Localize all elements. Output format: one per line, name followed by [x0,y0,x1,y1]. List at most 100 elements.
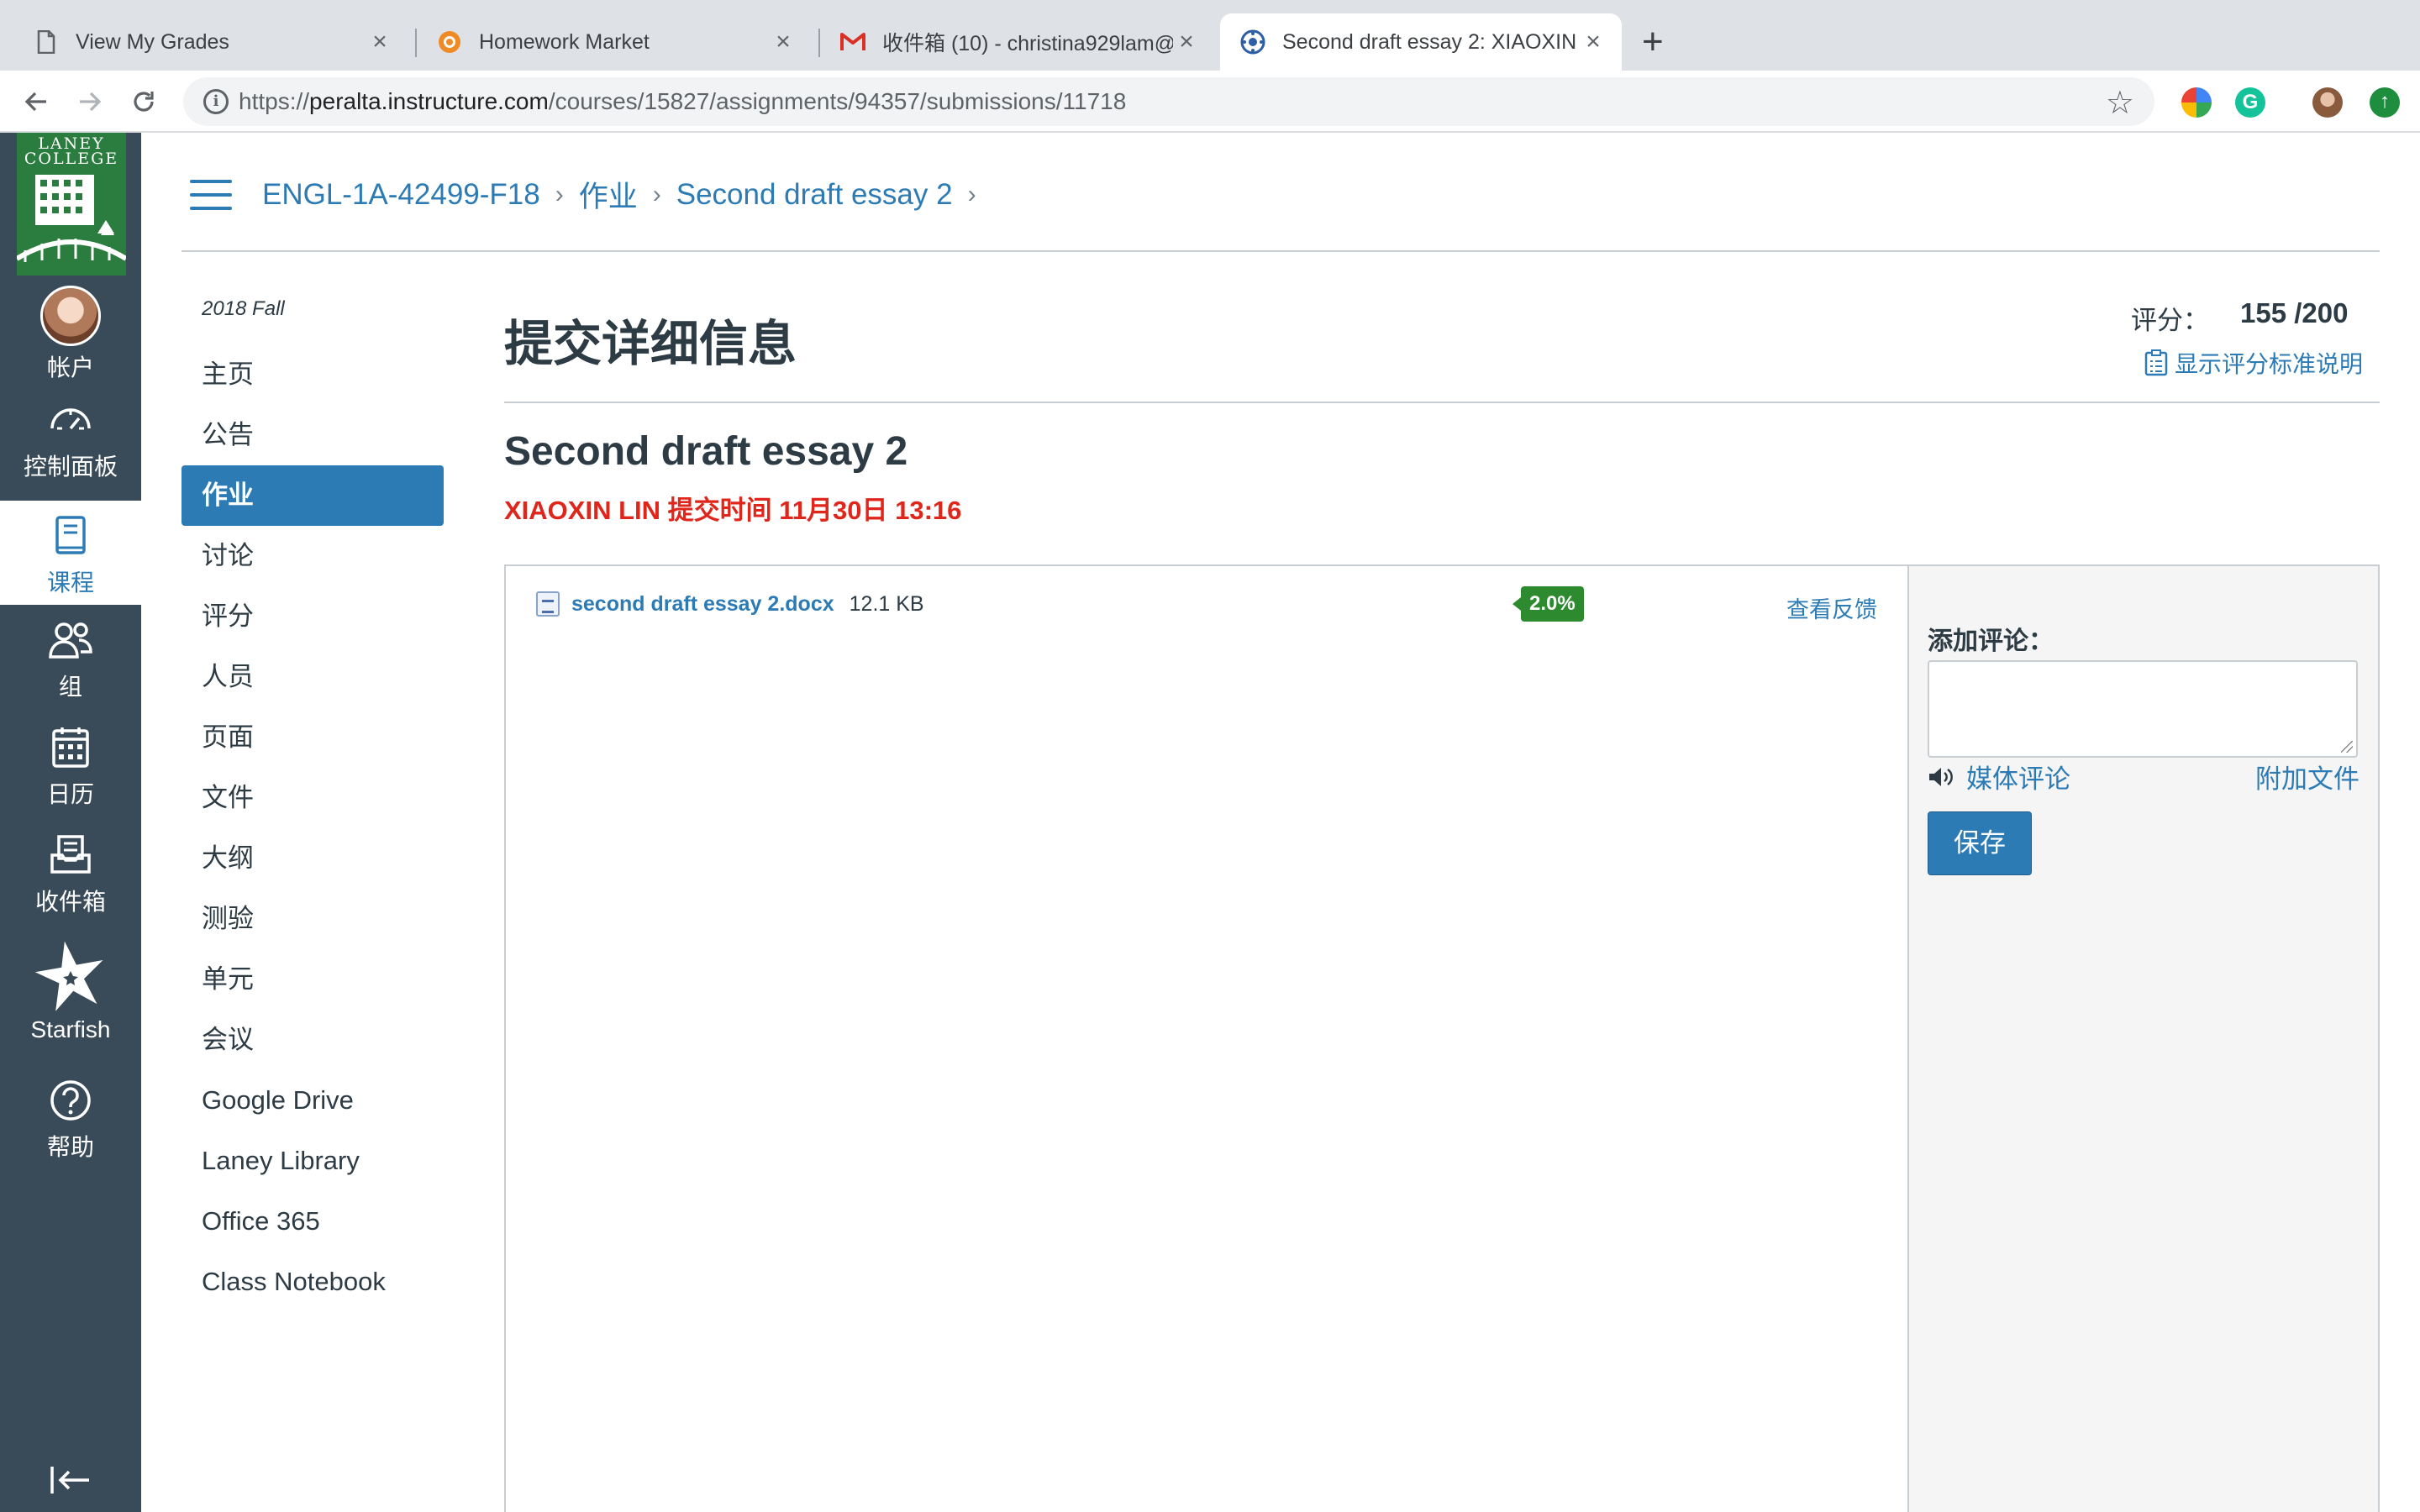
tab-title: View My Grades [76,29,229,54]
canvas-icon [1240,29,1265,55]
speaker-icon [1929,767,1953,786]
global-nav-courses[interactable]: 课程 [0,501,141,605]
global-nav-dashboard[interactable]: 控制面板 [0,385,141,489]
course-nav-syllabus[interactable]: 大纲 [182,828,444,889]
global-nav-label: 日历 [46,781,94,807]
logo-text-line-2: COLLEGE [24,150,119,168]
course-nav-assignments[interactable]: 作业 [182,465,444,526]
url-scheme: https:// [239,88,310,114]
course-nav-quizzes[interactable]: 测验 [182,889,444,949]
course-nav-conferences[interactable]: 会议 [182,1010,444,1070]
homework-market-icon [437,29,462,55]
global-nav-calendar[interactable]: 日历 [0,712,141,816]
course-nav-laney-library[interactable]: Laney Library [182,1131,444,1191]
forward-button[interactable] [71,82,109,121]
submission-info: XIAOXIN LIN 提交时间 11月30日 13:16 [504,496,962,525]
submission-file-row: second draft essay 2.docx 12.1 KB [536,591,924,617]
global-nav-label: Starfish [30,1016,111,1042]
course-navigation: 主页 公告 作业 讨论 评分 人员 页面 文件 大纲 测验 单元 会议 Goog… [182,344,444,1312]
content-divider [504,402,2380,403]
course-term: 2018 Fall [202,297,285,320]
breadcrumb-assignment[interactable]: Second draft essay 2 [676,178,953,212]
address-bar[interactable]: i https://peralta.instructure.com/course… [183,77,2154,126]
course-nav-people[interactable]: 人员 [182,647,444,707]
laney-building-icon [17,175,126,262]
save-comment-button[interactable]: 保存 [1928,811,2032,875]
course-nav-modules[interactable]: 单元 [182,949,444,1010]
extension-icon[interactable] [2181,87,2212,118]
browser-tab-view-my-grades[interactable]: View My Grades × [13,13,408,71]
course-menu-toggle[interactable] [190,180,232,210]
collapse-nav-icon[interactable] [49,1463,92,1497]
bookmark-star-icon[interactable]: ☆ [2106,84,2134,122]
global-nav-label: 收件箱 [34,889,106,915]
similarity-score-badge[interactable]: 2.0% [1512,586,1584,622]
starfish-icon [34,941,103,1011]
page-icon [34,29,59,55]
course-nav-pages[interactable]: 页面 [182,707,444,768]
course-nav-announcements[interactable]: 公告 [182,405,444,465]
browser-tab-second-draft[interactable]: Second draft essay 2: XIAOXIN × [1220,13,1622,71]
course-nav-grades[interactable]: 评分 [182,586,444,647]
course-nav-discussions[interactable]: 讨论 [182,526,444,586]
global-nav-starfish[interactable]: Starfish [0,931,141,1057]
course-nav-home[interactable]: 主页 [182,344,444,405]
global-nav-label: 控制面板 [23,454,118,480]
site-info-icon[interactable]: i [203,89,229,114]
courses-icon [55,516,86,554]
reload-icon [134,92,154,112]
laney-college-logo[interactable]: LANEY COLLEGE [17,133,126,276]
add-comment-label: 添加评论： [1928,627,2054,655]
close-icon[interactable]: × [366,28,393,56]
attach-file-link[interactable]: 附加文件 [2255,758,2360,795]
tab-title: Second draft essay 2: XIAOXIN [1282,29,1577,54]
global-nav-label: 帐户 [46,354,94,381]
inbox-icon [50,835,91,874]
course-nav-google-drive[interactable]: Google Drive [182,1070,444,1131]
avatar [40,286,101,346]
global-navigation: LANEY COLLEGE 帐户 控制面板 课程 组 日历 收件箱 Starfi… [0,133,141,1512]
word-document-icon [536,591,560,617]
resize-handle-icon[interactable] [2341,741,2353,753]
comment-textarea[interactable] [1928,660,2358,758]
close-icon[interactable]: × [770,28,797,56]
new-tab-button[interactable]: + [1642,20,1664,64]
breadcrumb-assignments[interactable]: 作业 [579,173,638,216]
update-icon[interactable]: ↑ [2370,87,2400,118]
gmail-icon [840,29,865,55]
media-comment-label: 媒体评论 [1966,764,2070,794]
breadcrumb-course[interactable]: ENGL-1A-42499-F18 [262,178,540,212]
course-nav-class-notebook[interactable]: Class Notebook [182,1252,444,1312]
view-feedback-link[interactable]: 查看反馈 [1786,591,1877,624]
close-icon[interactable]: × [1580,28,1607,56]
close-icon[interactable]: × [1173,28,1200,56]
grade-value: 155 /200 [2240,297,2349,328]
global-nav-label: 课程 [46,570,94,596]
media-comment-link[interactable]: 媒体评论 [1928,758,2070,795]
rubric-icon [2144,349,2168,376]
browser-tab-homework-market[interactable]: Homework Market × [417,13,812,71]
groups-icon [49,622,92,659]
browser-toolbar: i https://peralta.instructure.com/course… [0,71,2420,133]
profile-avatar[interactable] [2312,87,2343,118]
global-nav-groups[interactable]: 组 [0,605,141,709]
submission-preview: second draft essay 2.docx 12.1 KB 2.0% 查… [504,564,1909,1512]
course-nav-office-365[interactable]: Office 365 [182,1191,444,1252]
submission-file-link[interactable]: second draft essay 2.docx [571,592,834,617]
tab-title: 收件箱 (10) - christina929lam@ [882,32,1173,55]
browser-tab-gmail[interactable]: 收件箱 (10) - christina929lam@ × [820,13,1215,71]
course-nav-files[interactable]: 文件 [182,768,444,828]
help-icon [50,1080,91,1121]
show-rubric-link[interactable]: 显示评分标准说明 [2144,346,2363,380]
global-nav-inbox[interactable]: 收件箱 [0,820,141,924]
global-nav-help[interactable]: 帮助 [0,1065,141,1169]
global-nav-account[interactable]: 帐户 [0,276,141,381]
tab-title: Homework Market [479,29,650,54]
breadcrumb: ENGL-1A-42499-F18 › 作业 › Second draft es… [262,173,992,216]
header-divider [182,250,2380,252]
comment-panel: 添加评论： 媒体评论 附加文件 保存 [1907,564,2380,1512]
grammarly-icon[interactable]: G [2235,87,2265,118]
forward-arrow-icon [80,92,102,112]
back-button[interactable] [17,82,55,121]
reload-button[interactable] [124,82,163,121]
